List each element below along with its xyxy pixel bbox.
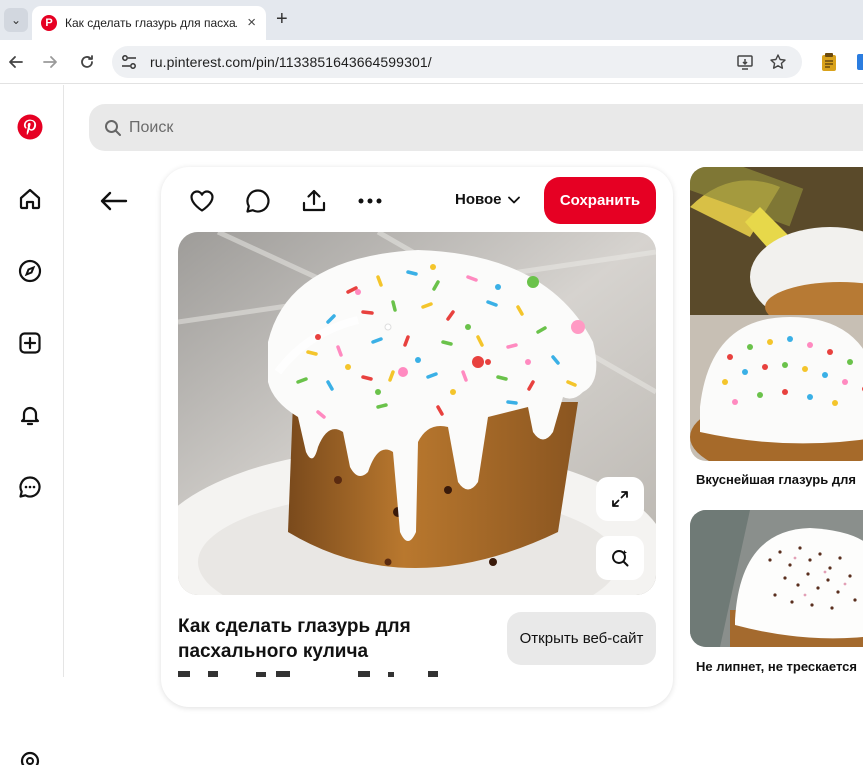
more-options-icon[interactable] [355,186,385,216]
pinterest-favicon-icon: P [41,15,57,31]
chevron-down-icon [507,196,520,203]
browser-tab[interactable]: P Как сделать глазурь для пасхального ку… [32,6,266,40]
related-pin-image[interactable] [690,510,863,647]
expand-image-button[interactable] [596,477,644,521]
like-heart-icon[interactable] [187,186,217,216]
board-selector[interactable]: Новое [455,191,520,208]
reload-icon[interactable] [76,51,98,73]
browser-tab-bar: ⌄ P Как сделать глазурь для пасхального … [0,0,863,40]
save-pin-button[interactable]: Сохранить [544,177,656,224]
related-pin-image[interactable] [690,167,863,461]
description-text-fragment [178,671,438,677]
pin-image[interactable] [178,232,656,595]
visual-search-lens-icon [612,550,629,567]
close-pin-back-button[interactable] [96,184,132,218]
related-pin-title[interactable]: Не липнет, не трескается [696,659,857,674]
url-text[interactable]: ru.pinterest.com/pin/1133851643664599301… [150,54,432,70]
pin-detail-card: Новое Сохранить Как сделать глазурь для … [161,167,673,707]
related-pin-photo [690,510,863,647]
search-input[interactable] [129,104,729,151]
kulich-photo [178,232,656,595]
forward-arrow-icon[interactable] [39,51,61,73]
close-tab-button[interactable]: × [247,15,256,31]
site-info-icon[interactable] [120,53,138,71]
pinterest-logo-icon[interactable] [16,113,44,141]
pin-title: Как сделать глазурь для пасхального кули… [178,616,411,662]
install-app-icon[interactable] [736,53,754,71]
address-bar[interactable]: ru.pinterest.com/pin/1133851643664599301… [112,46,802,78]
explore-compass-icon[interactable] [16,257,44,285]
expand-arrows-icon [612,491,628,507]
clipboard-extension-icon[interactable] [820,52,838,72]
home-icon[interactable] [16,185,44,213]
notifications-bell-icon[interactable] [16,401,44,429]
tab-search-button[interactable]: ⌄ [4,8,28,32]
blue-extension-icon[interactable] [855,52,863,72]
new-tab-button[interactable]: + [276,8,288,30]
left-navigation-rail [0,85,64,765]
browser-toolbar: ru.pinterest.com/pin/1133851643664599301… [0,40,863,114]
share-upload-icon[interactable] [299,186,329,216]
visual-search-button[interactable] [596,536,644,580]
create-plus-icon[interactable] [16,329,44,357]
comment-bubble-icon[interactable] [243,186,273,216]
related-pin-photo [690,167,863,461]
tab-title: Как сделать глазурь для пасхального кули… [65,16,237,30]
settings-gear-icon[interactable] [16,745,44,765]
back-arrow-icon[interactable] [5,51,27,73]
star-icon[interactable] [769,53,787,71]
board-selector-label: Новое [455,191,502,208]
search-bar[interactable] [89,104,863,151]
messages-chat-icon[interactable] [16,473,44,501]
related-pin-title[interactable]: Вкуснейшая глазурь для [696,472,856,487]
visit-website-button[interactable]: Открыть веб-сайт [507,612,656,665]
search-icon [105,120,121,136]
